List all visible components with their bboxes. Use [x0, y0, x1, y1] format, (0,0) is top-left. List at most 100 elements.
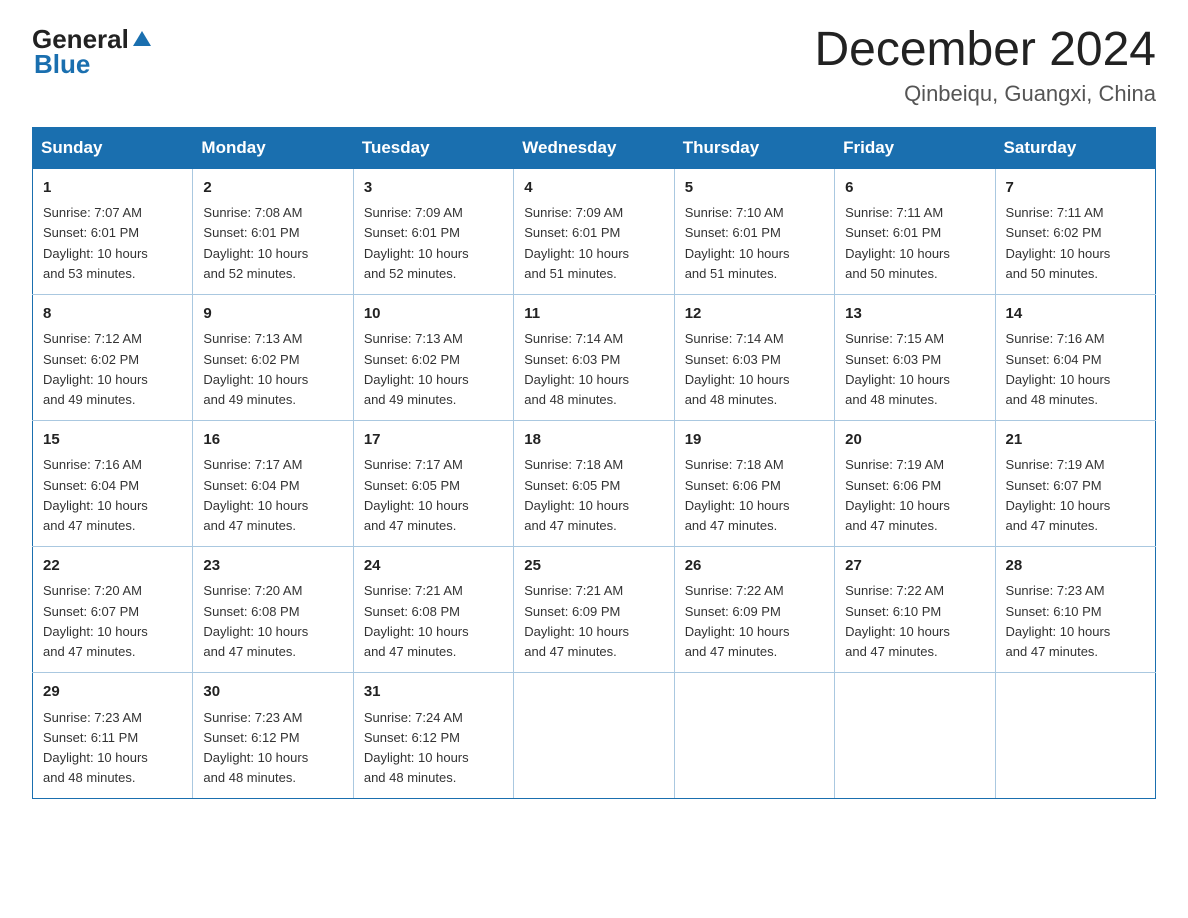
weekday-header-saturday: Saturday: [995, 127, 1155, 168]
day-info: Sunrise: 7:19 AM Sunset: 6:06 PM Dayligh…: [845, 455, 984, 536]
day-info: Sunrise: 7:21 AM Sunset: 6:09 PM Dayligh…: [524, 581, 663, 662]
calendar-cell: [995, 673, 1155, 799]
day-info: Sunrise: 7:11 AM Sunset: 6:01 PM Dayligh…: [845, 203, 984, 284]
day-number: 1: [43, 177, 182, 200]
logo-blue-text: Blue: [34, 49, 90, 80]
calendar-cell: 3 Sunrise: 7:09 AM Sunset: 6:01 PM Daylig…: [353, 168, 513, 294]
day-number: 7: [1006, 177, 1145, 200]
day-number: 15: [43, 429, 182, 452]
day-number: 24: [364, 555, 503, 578]
day-number: 18: [524, 429, 663, 452]
calendar-week-row: 22 Sunrise: 7:20 AM Sunset: 6:07 PM Dayli…: [33, 546, 1156, 672]
day-number: 30: [203, 681, 342, 704]
calendar-week-row: 1Sunrise: 7:07 AM Sunset: 6:01 PM Daylig…: [33, 168, 1156, 294]
day-number: 3: [364, 177, 503, 200]
weekday-header-tuesday: Tuesday: [353, 127, 513, 168]
day-number: 2: [203, 177, 342, 200]
title-area: December 2024 Qinbeiqu, Guangxi, China: [814, 24, 1156, 107]
page-header: General Blue December 2024 Qinbeiqu, Gua…: [32, 24, 1156, 107]
day-number: 8: [43, 303, 182, 326]
calendar-cell: 10 Sunrise: 7:13 AM Sunset: 6:02 PM Dayli…: [353, 294, 513, 420]
day-info: Sunrise: 7:24 AM Sunset: 6:12 PM Dayligh…: [364, 708, 503, 789]
calendar-week-row: 29 Sunrise: 7:23 AM Sunset: 6:11 PM Dayli…: [33, 673, 1156, 799]
calendar-cell: 6 Sunrise: 7:11 AM Sunset: 6:01 PM Daylig…: [835, 168, 995, 294]
day-info: Sunrise: 7:23 AM Sunset: 6:11 PM Dayligh…: [43, 708, 182, 789]
location-title: Qinbeiqu, Guangxi, China: [814, 81, 1156, 107]
day-info: Sunrise: 7:09 AM Sunset: 6:01 PM Dayligh…: [364, 203, 503, 284]
calendar-cell: 7 Sunrise: 7:11 AM Sunset: 6:02 PM Daylig…: [995, 168, 1155, 294]
day-info: Sunrise: 7:23 AM Sunset: 6:12 PM Dayligh…: [203, 708, 342, 789]
day-number: 20: [845, 429, 984, 452]
calendar-week-row: 15 Sunrise: 7:16 AM Sunset: 6:04 PM Dayli…: [33, 420, 1156, 546]
day-number: 5: [685, 177, 824, 200]
calendar-cell: 23Sunrise: 7:20 AM Sunset: 6:08 PM Dayli…: [193, 546, 353, 672]
day-info: Sunrise: 7:22 AM Sunset: 6:10 PM Dayligh…: [845, 581, 984, 662]
calendar-cell: 26 Sunrise: 7:22 AM Sunset: 6:09 PM Dayli…: [674, 546, 834, 672]
calendar-cell: 16 Sunrise: 7:17 AM Sunset: 6:04 PM Dayli…: [193, 420, 353, 546]
weekday-header-row: SundayMondayTuesdayWednesdayThursdayFrid…: [33, 127, 1156, 168]
day-number: 31: [364, 681, 503, 704]
calendar-cell: 11Sunrise: 7:14 AM Sunset: 6:03 PM Dayli…: [514, 294, 674, 420]
day-info: Sunrise: 7:20 AM Sunset: 6:07 PM Dayligh…: [43, 581, 182, 662]
calendar-cell: [835, 673, 995, 799]
calendar-cell: 1Sunrise: 7:07 AM Sunset: 6:01 PM Daylig…: [33, 168, 193, 294]
calendar-cell: 19Sunrise: 7:18 AM Sunset: 6:06 PM Dayli…: [674, 420, 834, 546]
calendar-cell: 27 Sunrise: 7:22 AM Sunset: 6:10 PM Dayli…: [835, 546, 995, 672]
day-info: Sunrise: 7:13 AM Sunset: 6:02 PM Dayligh…: [203, 329, 342, 410]
day-number: 22: [43, 555, 182, 578]
day-number: 6: [845, 177, 984, 200]
weekday-header-wednesday: Wednesday: [514, 127, 674, 168]
day-info: Sunrise: 7:14 AM Sunset: 6:03 PM Dayligh…: [685, 329, 824, 410]
calendar-cell: 8 Sunrise: 7:12 AM Sunset: 6:02 PM Daylig…: [33, 294, 193, 420]
calendar-cell: 31 Sunrise: 7:24 AM Sunset: 6:12 PM Dayli…: [353, 673, 513, 799]
day-number: 21: [1006, 429, 1145, 452]
day-number: 19: [685, 429, 824, 452]
day-info: Sunrise: 7:18 AM Sunset: 6:05 PM Dayligh…: [524, 455, 663, 536]
calendar-cell: 2 Sunrise: 7:08 AM Sunset: 6:01 PM Daylig…: [193, 168, 353, 294]
calendar-week-row: 8 Sunrise: 7:12 AM Sunset: 6:02 PM Daylig…: [33, 294, 1156, 420]
month-title: December 2024: [814, 24, 1156, 77]
day-info: Sunrise: 7:08 AM Sunset: 6:01 PM Dayligh…: [203, 203, 342, 284]
day-info: Sunrise: 7:09 AM Sunset: 6:01 PM Dayligh…: [524, 203, 663, 284]
calendar-cell: 15 Sunrise: 7:16 AM Sunset: 6:04 PM Dayli…: [33, 420, 193, 546]
day-number: 10: [364, 303, 503, 326]
logo: General Blue: [32, 24, 153, 80]
day-number: 12: [685, 303, 824, 326]
calendar-cell: 22 Sunrise: 7:20 AM Sunset: 6:07 PM Dayli…: [33, 546, 193, 672]
day-number: 29: [43, 681, 182, 704]
day-number: 4: [524, 177, 663, 200]
day-info: Sunrise: 7:17 AM Sunset: 6:04 PM Dayligh…: [203, 455, 342, 536]
calendar-cell: [514, 673, 674, 799]
weekday-header-thursday: Thursday: [674, 127, 834, 168]
day-info: Sunrise: 7:19 AM Sunset: 6:07 PM Dayligh…: [1006, 455, 1145, 536]
calendar-cell: 5Sunrise: 7:10 AM Sunset: 6:01 PM Daylig…: [674, 168, 834, 294]
calendar-cell: 12 Sunrise: 7:14 AM Sunset: 6:03 PM Dayli…: [674, 294, 834, 420]
calendar-cell: 29 Sunrise: 7:23 AM Sunset: 6:11 PM Dayli…: [33, 673, 193, 799]
day-info: Sunrise: 7:17 AM Sunset: 6:05 PM Dayligh…: [364, 455, 503, 536]
day-number: 14: [1006, 303, 1145, 326]
calendar-cell: 24Sunrise: 7:21 AM Sunset: 6:08 PM Dayli…: [353, 546, 513, 672]
calendar-cell: 18 Sunrise: 7:18 AM Sunset: 6:05 PM Dayli…: [514, 420, 674, 546]
day-number: 27: [845, 555, 984, 578]
day-info: Sunrise: 7:20 AM Sunset: 6:08 PM Dayligh…: [203, 581, 342, 662]
day-info: Sunrise: 7:13 AM Sunset: 6:02 PM Dayligh…: [364, 329, 503, 410]
day-number: 16: [203, 429, 342, 452]
calendar-cell: 9Sunrise: 7:13 AM Sunset: 6:02 PM Daylig…: [193, 294, 353, 420]
weekday-header-sunday: Sunday: [33, 127, 193, 168]
day-number: 17: [364, 429, 503, 452]
day-number: 28: [1006, 555, 1145, 578]
calendar-cell: 14Sunrise: 7:16 AM Sunset: 6:04 PM Dayli…: [995, 294, 1155, 420]
calendar-cell: 21 Sunrise: 7:19 AM Sunset: 6:07 PM Dayli…: [995, 420, 1155, 546]
weekday-header-friday: Friday: [835, 127, 995, 168]
day-info: Sunrise: 7:22 AM Sunset: 6:09 PM Dayligh…: [685, 581, 824, 662]
calendar-cell: 17 Sunrise: 7:17 AM Sunset: 6:05 PM Dayli…: [353, 420, 513, 546]
day-number: 26: [685, 555, 824, 578]
day-info: Sunrise: 7:11 AM Sunset: 6:02 PM Dayligh…: [1006, 203, 1145, 284]
day-info: Sunrise: 7:12 AM Sunset: 6:02 PM Dayligh…: [43, 329, 182, 410]
calendar-cell: 13Sunrise: 7:15 AM Sunset: 6:03 PM Dayli…: [835, 294, 995, 420]
calendar-cell: 28Sunrise: 7:23 AM Sunset: 6:10 PM Dayli…: [995, 546, 1155, 672]
day-info: Sunrise: 7:16 AM Sunset: 6:04 PM Dayligh…: [43, 455, 182, 536]
calendar-cell: 25Sunrise: 7:21 AM Sunset: 6:09 PM Dayli…: [514, 546, 674, 672]
calendar-cell: 4 Sunrise: 7:09 AM Sunset: 6:01 PM Daylig…: [514, 168, 674, 294]
day-info: Sunrise: 7:15 AM Sunset: 6:03 PM Dayligh…: [845, 329, 984, 410]
